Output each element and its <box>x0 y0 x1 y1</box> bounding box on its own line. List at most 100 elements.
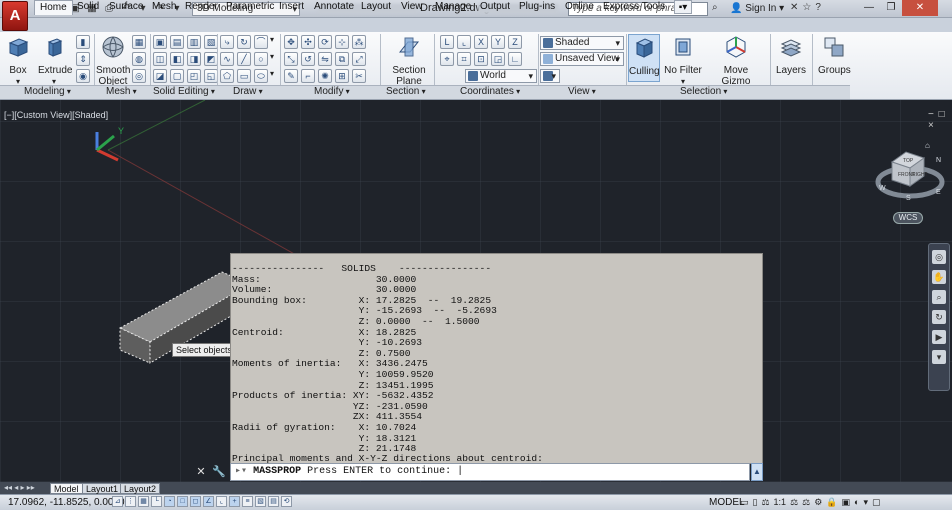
ortho-mode-icon[interactable]: └ <box>151 496 162 507</box>
tab-mesh[interactable]: Mesh <box>152 0 176 14</box>
join-icon[interactable]: ⊞ <box>335 69 349 83</box>
snap-mode-icon[interactable]: ⋮ <box>125 496 136 507</box>
tab-express-tools[interactable]: Express Tools <box>603 0 665 14</box>
maximize-icon[interactable]: ❐ <box>880 0 902 16</box>
infer-constraints-icon[interactable]: ⊿ <box>112 496 123 507</box>
annotation-visibility-icon[interactable]: ⚖ <box>790 496 798 508</box>
box-button[interactable]: Box ▾ <box>4 34 32 87</box>
no-filter-button[interactable]: No Filter ▾ <box>664 34 702 87</box>
tab-layout[interactable]: Layout <box>361 0 391 14</box>
draw-dropdown-2-icon[interactable]: ▾ <box>270 52 278 66</box>
ucs-y-icon[interactable]: Y <box>491 35 505 49</box>
steering-wheel-icon[interactable]: ◎ <box>932 250 946 264</box>
selection-cycling-icon[interactable]: ⟲ <box>281 496 292 507</box>
rotate-3d-icon[interactable]: ↻ <box>237 35 251 49</box>
zoom-icon[interactable]: ⌕ <box>932 290 946 304</box>
tab-insert[interactable]: Insert <box>279 0 304 14</box>
extrude-button[interactable]: Extrude ▾ <box>38 34 72 87</box>
mesh-refine-icon[interactable]: ◎ <box>132 69 146 83</box>
slice-icon[interactable]: ◫ <box>153 52 167 66</box>
ucs-face-icon[interactable]: ◲ <box>491 52 505 66</box>
shell-icon[interactable]: ▢ <box>170 69 184 83</box>
help-icon[interactable]: ? <box>815 2 821 13</box>
tab-view[interactable]: View <box>401 0 423 14</box>
line-icon[interactable]: ╱ <box>237 52 251 66</box>
quick-properties-icon[interactable]: ▤ <box>268 496 279 507</box>
auto-scale-icon[interactable]: ⚖ <box>802 496 810 508</box>
tab-render[interactable]: Render <box>185 0 218 14</box>
named-view-dropdown[interactable]: Unsaved View <box>540 52 624 66</box>
quick-view-layouts-icon[interactable]: ▭ <box>740 496 749 508</box>
tab-model[interactable]: Model <box>50 483 83 494</box>
navbar-options-icon[interactable]: ▾ <box>932 350 946 364</box>
showmotion-icon[interactable]: ▶ <box>932 330 946 344</box>
command-recent-icon[interactable]: ▸▾ <box>235 466 247 477</box>
rectangle-icon[interactable]: ▭ <box>237 69 251 83</box>
ucs-dropdown[interactable]: World <box>465 69 537 83</box>
scale-icon[interactable]: ⤢ <box>352 52 366 66</box>
interfere-icon[interactable]: ▧ <box>204 35 218 49</box>
ucs-menu[interactable]: WCS <box>893 212 923 224</box>
3d-align-icon[interactable]: ⊹ <box>335 35 349 49</box>
object-snap-icon[interactable]: □ <box>177 496 188 507</box>
viewcube-home-icon[interactable]: ⌂ <box>925 141 930 150</box>
panel-label-mesh[interactable]: Mesh <box>106 86 137 98</box>
workspace-switching-icon[interactable]: ⚙ <box>814 496 822 508</box>
layout-nav-arrows[interactable]: ◂◂ ◂ ▸ ▸▸ <box>4 483 35 492</box>
hardware-acceleration-icon[interactable]: ▣ <box>842 496 851 508</box>
separate-icon[interactable]: ◰ <box>187 69 201 83</box>
ribbon-minimize-toggle[interactable]: ▪▾ <box>674 0 692 14</box>
ucs-view-icon[interactable]: ⌗ <box>457 52 471 66</box>
star-icon[interactable]: ☆ <box>802 2 811 13</box>
presspull-icon[interactable]: ⇕ <box>76 52 90 66</box>
annotation-scale-icon[interactable]: ⚖ <box>761 496 769 508</box>
application-status-menu-icon[interactable]: ▾ <box>863 496 868 508</box>
panel-label-coordinates[interactable]: Coordinates <box>460 86 520 98</box>
dynamic-input-icon[interactable]: + <box>229 496 240 507</box>
section-plane-button[interactable]: Section Plane <box>391 34 427 87</box>
ucs-3point-icon[interactable]: ∟ <box>508 52 522 66</box>
annotation-scale[interactable]: 1:1 <box>774 496 787 508</box>
grid-display-icon[interactable]: ▦ <box>138 496 149 507</box>
explode-icon[interactable]: ✺ <box>318 69 332 83</box>
offset-edge-icon[interactable]: ◩ <box>204 52 218 66</box>
smooth-object-button[interactable]: Smooth Object <box>96 34 130 87</box>
visual-style-dropdown[interactable]: Shaded <box>540 36 624 50</box>
union-icon[interactable]: ◉ <box>76 69 90 83</box>
ucs-z-icon[interactable]: Z <box>508 35 522 49</box>
fillet-edge-icon[interactable]: ◪ <box>153 69 167 83</box>
application-menu-button[interactable]: A <box>2 1 28 31</box>
ucs-world-icon[interactable]: ⌞ <box>457 35 471 49</box>
tab-online[interactable]: Online <box>565 0 594 14</box>
mesh-box-icon[interactable]: ▦ <box>132 35 146 49</box>
tab-output[interactable]: Output <box>480 0 510 14</box>
tab-surface[interactable]: Surface <box>109 0 143 14</box>
orbit-icon[interactable]: ↻ <box>932 310 946 324</box>
command-history-window[interactable]: ---------------- SOLIDS ----------------… <box>230 253 763 464</box>
panel-label-solid-editing[interactable]: Solid Editing <box>153 86 215 98</box>
fillet-icon[interactable]: ⌐ <box>301 69 315 83</box>
ellipse-icon[interactable]: ⬭ <box>254 69 268 83</box>
intersect-solid-icon[interactable]: ▥ <box>187 35 201 49</box>
polysolid-icon[interactable]: ▮ <box>76 35 90 49</box>
panel-label-modeling[interactable]: Modeling <box>24 86 71 98</box>
panel-label-modify[interactable]: Modify <box>314 86 350 98</box>
arc-icon[interactable]: ⌒ <box>254 35 268 49</box>
viewcube[interactable]: FRONT RIGHT TOP N W E S ⌂ <box>875 141 945 202</box>
erase-icon[interactable]: ✎ <box>284 69 298 83</box>
tab-home[interactable]: Home <box>34 0 73 15</box>
exchange-icon[interactable]: ✕ <box>790 2 798 13</box>
dynamic-ucs-icon[interactable]: ⌞ <box>216 496 227 507</box>
ucs-x-icon[interactable]: X <box>474 35 488 49</box>
tab-layout1[interactable]: Layout1 <box>82 483 123 494</box>
viewport-window-controls[interactable]: − □ × <box>928 109 948 131</box>
ucs-object-icon[interactable]: ⊡ <box>474 52 488 66</box>
command-history-toggle[interactable]: ▲ <box>751 463 763 481</box>
tab-plug-ins[interactable]: Plug-ins <box>519 0 555 14</box>
draw-dropdown-3-icon[interactable]: ▾ <box>270 69 278 83</box>
polar-tracking-icon[interactable]: ◔ <box>164 496 175 507</box>
pan-icon[interactable]: ✋ <box>932 270 946 284</box>
cursor-coordinates[interactable]: 17.0962, -11.8525, 0.0000 <box>8 497 125 508</box>
object-snap-tracking-icon[interactable]: ∠ <box>203 496 214 507</box>
panel-label-selection[interactable]: Selection <box>680 86 727 98</box>
